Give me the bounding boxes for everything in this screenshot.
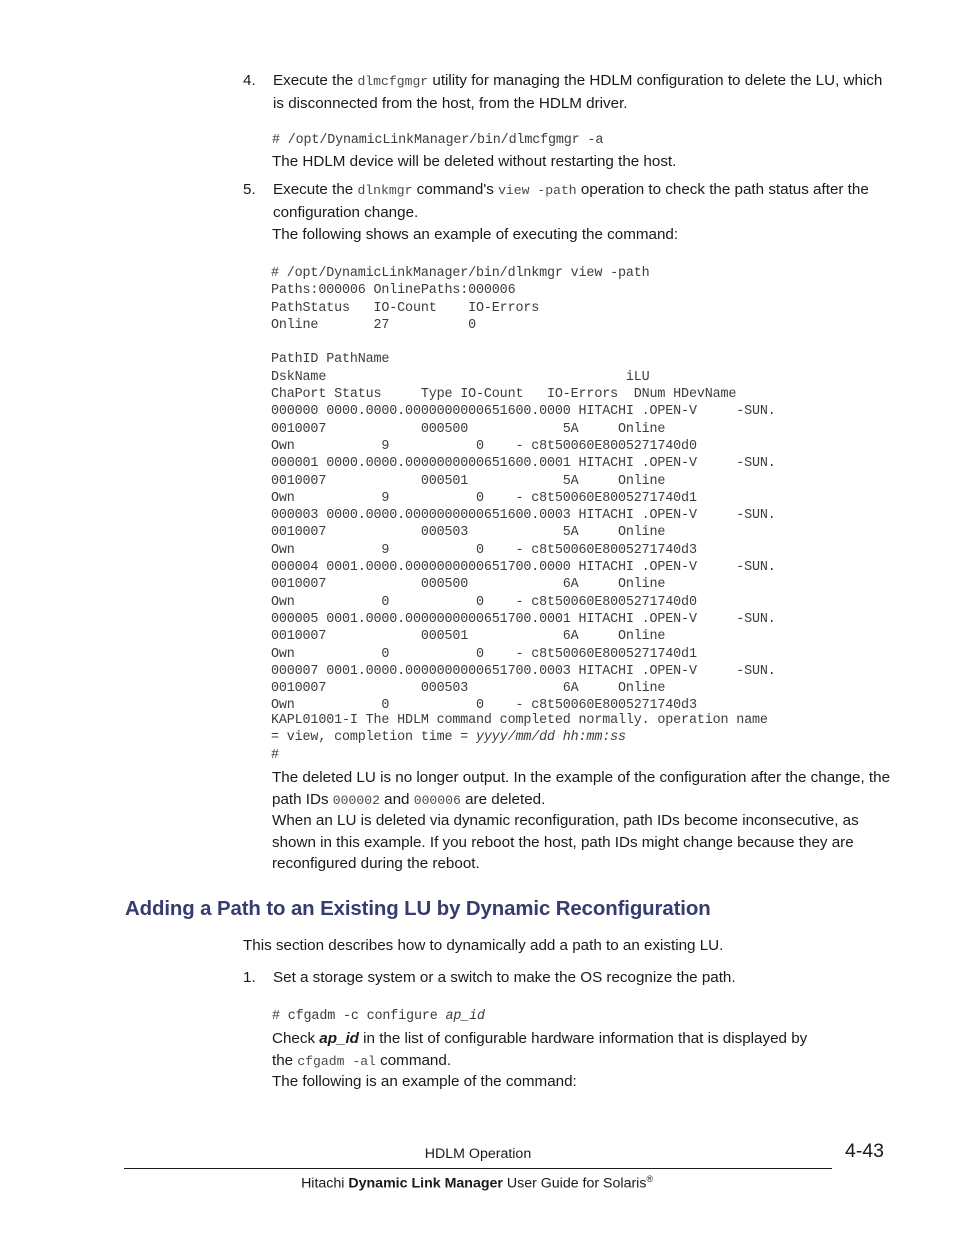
step5-following-text: The following shows an example of execut… [272,224,912,246]
document-page: 4. Execute the dlmcfgmgr utility for man… [0,0,954,1235]
ordered-list-item-1: 1. Set a storage system or a switch to m… [243,967,903,989]
deleted-lu-text-b: and [379,790,414,808]
step4-code-dlmcfgmgr: dlmcfgmgr [357,74,429,89]
path-id-code-000006: 000006 [413,792,461,808]
check-ap-id-paragraph: Check ap_id in the list of configurable … [272,1028,832,1072]
list-number-4: 4. [243,72,256,89]
kapl-timestamp-placeholder: yyyy/mm/dd hh:mm:ss [476,730,626,746]
step5-code-dlnkmgr: dlnkmgr [357,183,413,198]
cfgadm-al-code: cfgadm -al [297,1053,376,1069]
section-intro-label: This section describes how to dynamicall… [243,937,724,954]
ordered-list-item-4: 4. Execute the dlmcfgmgr utility for man… [243,70,893,114]
following-example-label: The following is an example of the comma… [272,1073,577,1090]
footer-guide-suffix: User Guide for Solaris [502,1175,647,1192]
section-heading-label: Adding a Path to an Existing LU by Dynam… [125,898,711,920]
cfgadm-command-prefix: # cfgadm -c configure [272,1009,446,1024]
step5-text-before: Execute the [273,181,358,198]
kapl-message-block: KAPL01001-I The HDLM command completed n… [271,712,768,764]
step4-result-label: The HDLM device will be deleted without … [272,153,677,170]
check-text-a: Check [272,1030,320,1047]
section-intro-paragraph: This section describes how to dynamicall… [243,935,903,957]
cfgadm-command-block: # cfgadm -c configure ap_id [272,1008,485,1025]
terminal-output-lines: # /opt/DynamicLinkManager/bin/dlnkmgr vi… [271,266,776,714]
cfgadm-ap-id-placeholder: ap_id [445,1009,486,1024]
step5-text-mid: command's [412,181,499,198]
footer-divider [124,1168,832,1169]
ordered-list-item-5: 5. Execute the dlnkmgr command's view -p… [243,179,893,223]
step5-following-label: The following shows an example of execut… [272,226,679,243]
list-text-4: Execute the dlmcfgmgr utility for managi… [273,70,893,114]
list-text-1: Set a storage system or a switch to make… [273,969,736,986]
footer-guide-bold: Dynamic Link Manager [348,1175,503,1192]
path-id-code-000002: 000002 [332,792,380,808]
inconsecutive-label: When an LU is deleted via dynamic reconf… [272,812,859,872]
footer-page-number-label: 4-43 [845,1140,885,1162]
footer-section-title: HDLM Operation [124,1146,832,1162]
step4-command-block: # /opt/DynamicLinkManager/bin/dlmcfgmgr … [272,132,603,149]
check-text-c: command. [375,1051,452,1069]
footer-guide-prefix: Hitachi [301,1175,349,1192]
step4-command-line: # /opt/DynamicLinkManager/bin/dlmcfgmgr … [272,133,604,148]
list-number-1: 1. [243,969,256,986]
footer-page-number: 4-43 [845,1140,884,1163]
deleted-lu-text-c: are deleted. [460,790,546,808]
step4-text-before: Execute the [273,72,358,89]
list-text-5: Execute the dlnkmgr command's view -path… [273,179,893,223]
registered-trademark-icon: ® [646,1174,653,1184]
kapl-line-2-prefix: = view, completion time = [271,730,477,746]
kapl-line-1: KAPL01001-I The HDLM command completed n… [271,713,768,728]
list-number-5: 5. [243,181,256,198]
step4-result-text: The HDLM device will be deleted without … [272,151,912,173]
step5-code-view-path: view -path [498,183,577,198]
terminal-output-block: # /opt/DynamicLinkManager/bin/dlnkmgr vi… [271,265,776,715]
terminal-prompt: # [271,747,279,763]
footer-guide-title: Hitachi Dynamic Link Manager User Guide … [0,1174,954,1192]
inconsecutive-paragraph: When an LU is deleted via dynamic reconf… [272,810,900,875]
following-example-paragraph: The following is an example of the comma… [272,1071,912,1093]
deleted-lu-paragraph: The deleted LU is no longer output. In t… [272,767,900,811]
footer-section-label: HDLM Operation [424,1146,532,1162]
section-heading: Adding a Path to an Existing LU by Dynam… [125,896,925,922]
check-ap-id-italic: ap_id [319,1030,359,1047]
